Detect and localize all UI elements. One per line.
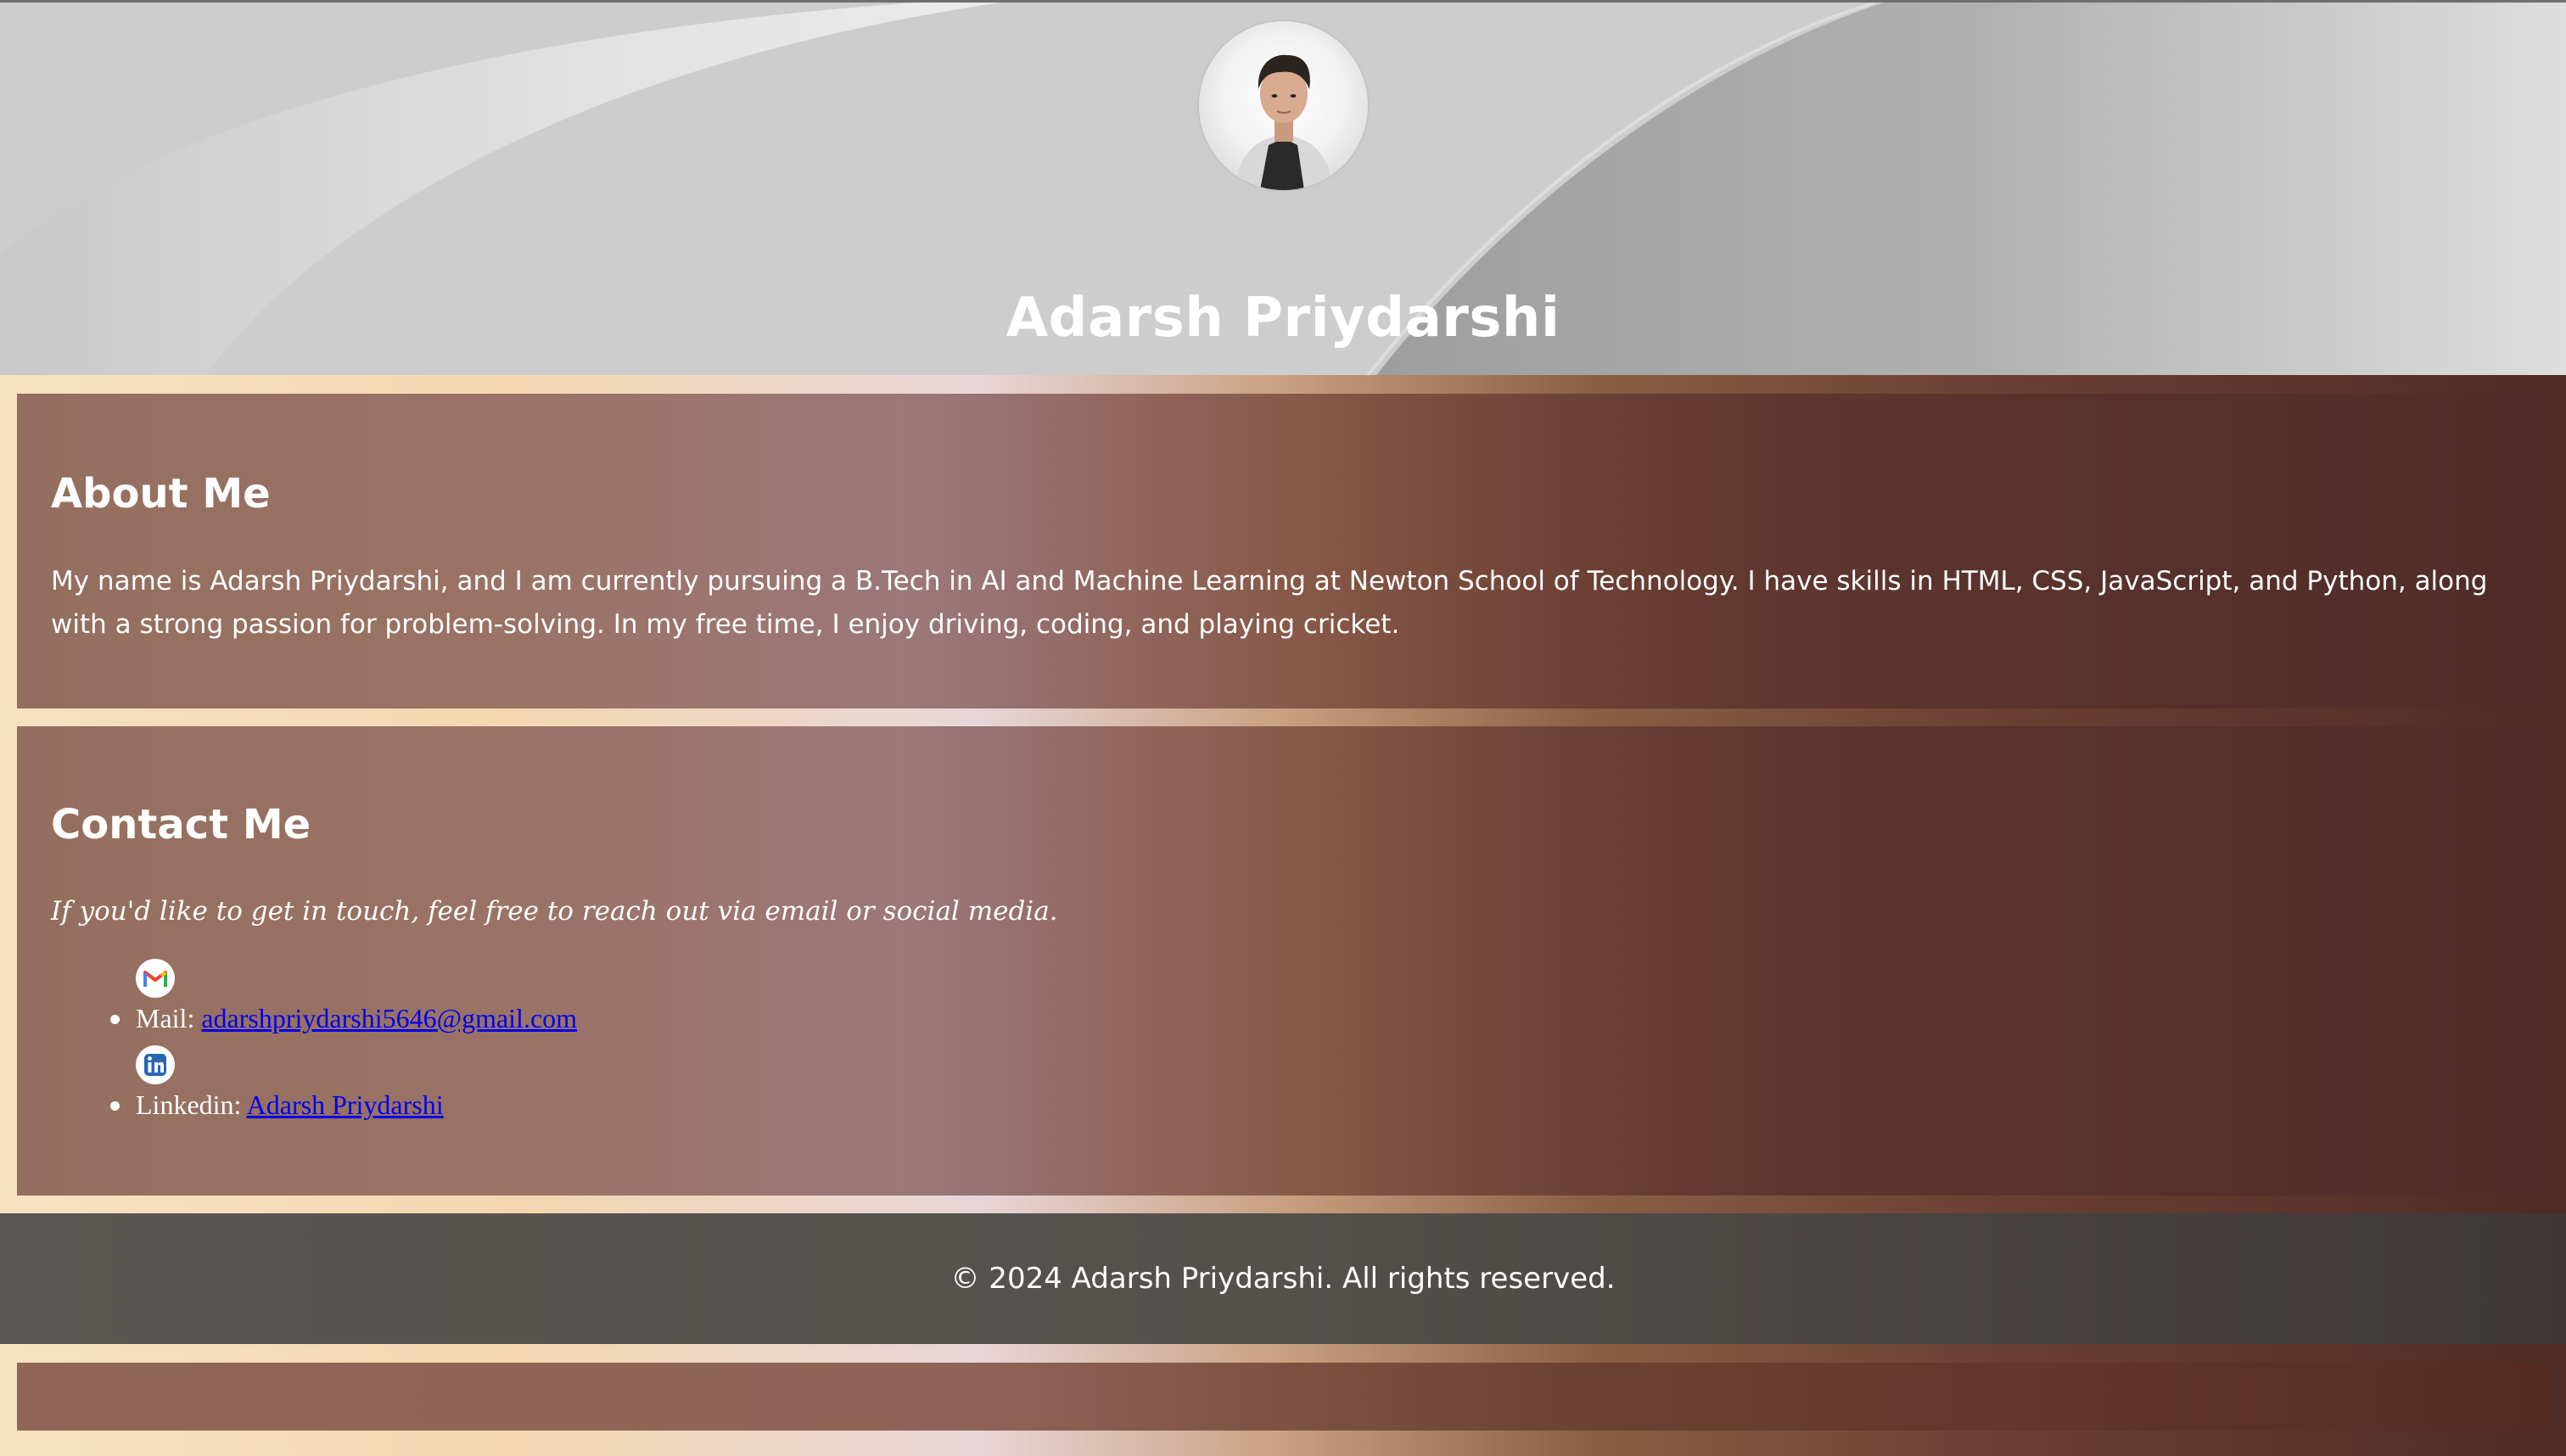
- linkedin-line: Linkedin: Adarsh Priydarshi: [136, 1088, 444, 1122]
- profile-name: Adarsh Priydarshi: [1006, 286, 1560, 350]
- profile-header: Adarsh Priydarshi: [0, 0, 2566, 375]
- linkedin-label: Linkedin:: [136, 1089, 242, 1120]
- list-bullet: [110, 1015, 120, 1024]
- about-text: My name is Adarsh Priydarshi, and I am c…: [51, 566, 2488, 640]
- gmail-icon: [136, 959, 175, 998]
- profile-photo-icon: [1233, 54, 1335, 190]
- profile-avatar: [1199, 21, 1368, 190]
- about-section: About Me My name is Adarsh Priydarshi, a…: [17, 394, 2548, 708]
- bottom-section: [17, 1363, 2548, 1431]
- contact-section: Contact Me If you'd like to get in touch…: [17, 726, 2548, 1196]
- mail-link[interactable]: adarshpriydarshi5646@gmail.com: [201, 1003, 577, 1033]
- linkedin-link[interactable]: Adarsh Priydarshi: [247, 1089, 444, 1120]
- contact-title: Contact Me: [51, 801, 311, 848]
- about-title: About Me: [51, 470, 271, 518]
- page-footer: © 2024 Adarsh Priydarshi. All rights res…: [0, 1213, 2566, 1344]
- contact-intro: If you'd like to get in touch, feel free…: [51, 896, 1058, 927]
- list-bullet: [110, 1101, 120, 1111]
- mail-line: Mail: adarshpriydarshi5646@gmail.com: [136, 1001, 577, 1035]
- footer-copyright: © 2024 Adarsh Priydarshi. All rights res…: [950, 1262, 1616, 1296]
- linkedin-icon: [136, 1045, 175, 1084]
- mail-label: Mail:: [136, 1003, 195, 1033]
